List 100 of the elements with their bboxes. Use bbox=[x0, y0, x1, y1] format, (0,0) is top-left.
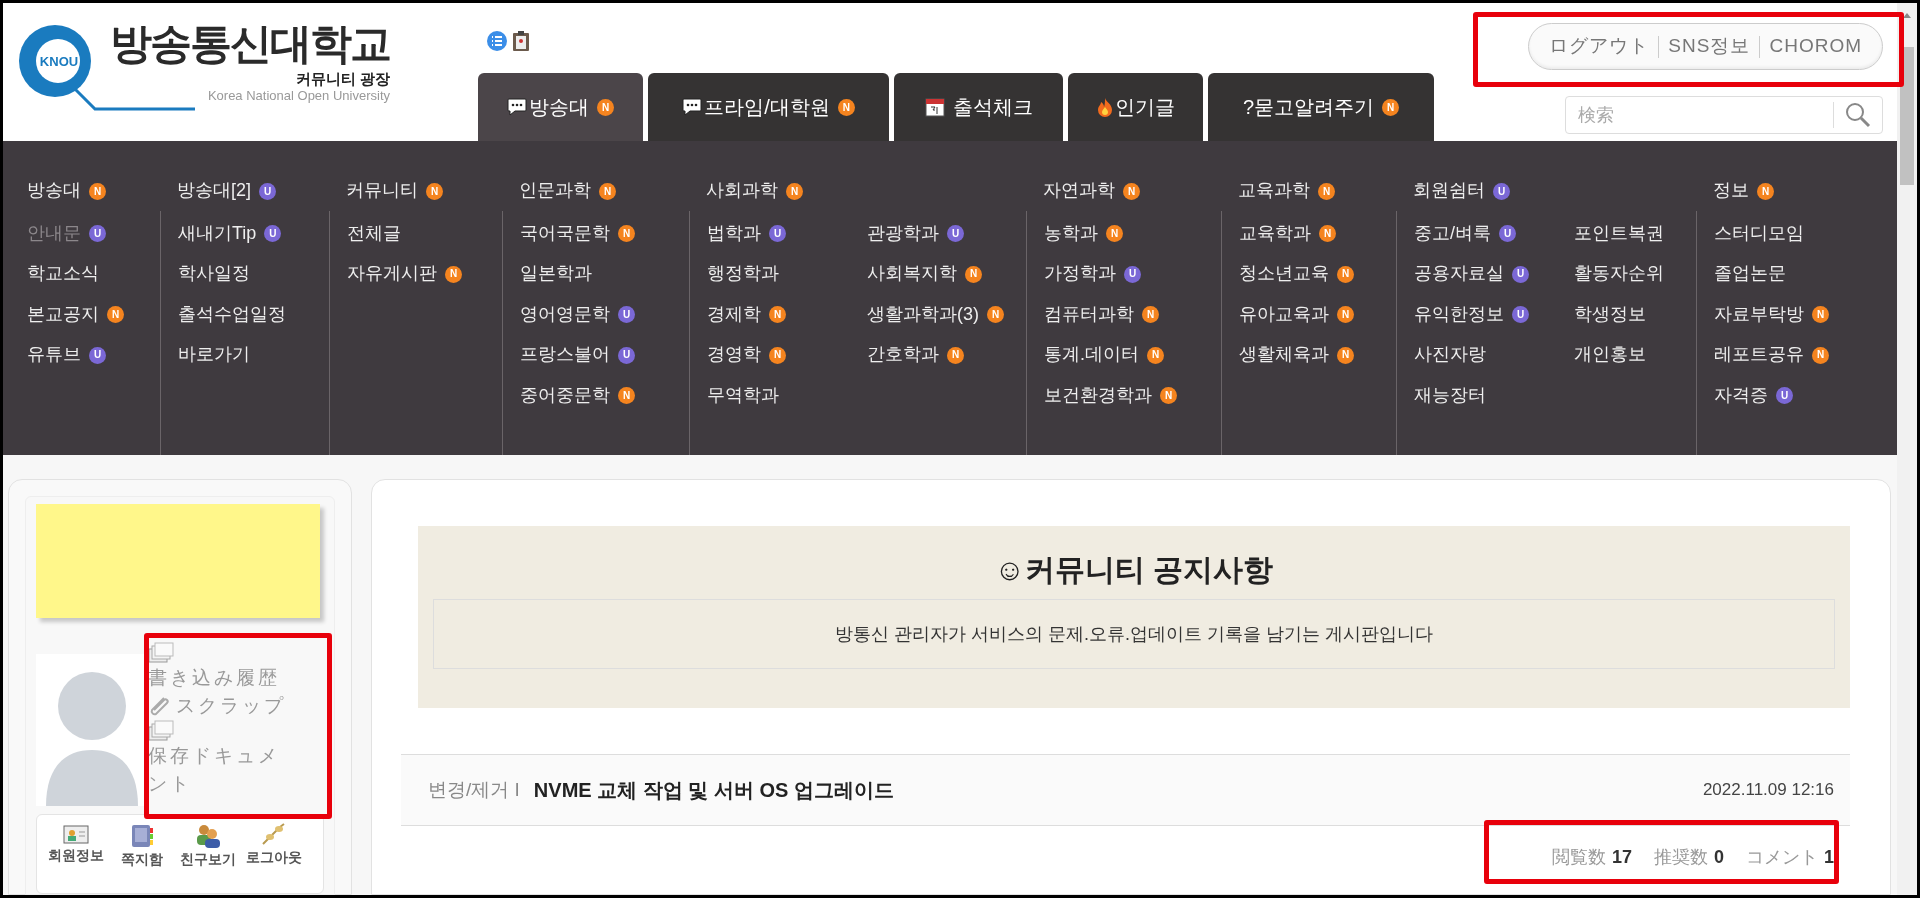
board-description: 방통신 관리자가 서비스의 문제.오류.업데이트 기록을 남기는 게시판입니다 bbox=[433, 599, 1835, 669]
status-badge: N bbox=[1337, 346, 1354, 364]
menu-link[interactable]: 자료부탁방 N bbox=[1714, 293, 1829, 335]
menu-link[interactable]: 출석수업일정 bbox=[178, 293, 286, 335]
menu-link[interactable]: 무역학과 bbox=[707, 374, 850, 416]
search-input[interactable]: 検索 bbox=[1566, 97, 1833, 133]
member-toolbar-button[interactable]: 쪽지함 bbox=[109, 823, 175, 875]
menu-link[interactable]: 통계.데이터 N bbox=[1044, 334, 1177, 375]
stat-value: 1 bbox=[1824, 846, 1834, 869]
status-badge: U bbox=[618, 346, 635, 364]
menu-link[interactable]: 사진자랑 bbox=[1414, 334, 1557, 375]
menu-link[interactable]: 유튜브 U bbox=[27, 334, 124, 375]
menu-heading-link[interactable]: 회원쉼터 U bbox=[1413, 176, 1510, 204]
people-icon bbox=[194, 823, 222, 849]
menu-heading-link[interactable]: 교육과학 N bbox=[1238, 176, 1335, 204]
member-toolbar-button[interactable]: 로그아웃 bbox=[241, 823, 307, 875]
menu-link[interactable]: 스터디모임 bbox=[1714, 212, 1829, 254]
menu-link[interactable]: 경영학 N bbox=[707, 334, 850, 375]
menu-link[interactable]: 경제학 N bbox=[707, 293, 850, 335]
menu-link[interactable]: 안내문 U bbox=[27, 212, 124, 254]
account-link[interactable]: CHOROM bbox=[1769, 32, 1862, 61]
post-category: 변경/제거 I bbox=[428, 777, 520, 802]
menu-link[interactable]: 포인트복권 bbox=[1574, 212, 1664, 254]
stat-value: 17 bbox=[1611, 846, 1632, 869]
clipboard-icon[interactable] bbox=[512, 30, 530, 52]
menu-link[interactable]: 레포트공유 N bbox=[1714, 334, 1829, 375]
menu-link[interactable]: 개인홍보 bbox=[1574, 334, 1664, 375]
menu-link[interactable]: 본교공지 N bbox=[27, 293, 124, 335]
menu-link[interactable]: 생활과학과(3) N bbox=[867, 293, 1004, 335]
menu-link[interactable]: 졸업논문 bbox=[1714, 253, 1829, 294]
menu-link[interactable]: 바로가기 bbox=[178, 334, 286, 375]
status-badge: N bbox=[1106, 225, 1123, 243]
account-link[interactable]: ログアウト bbox=[1549, 32, 1650, 61]
menu-heading-link[interactable]: 방송대 N bbox=[27, 176, 106, 204]
menu-heading-link[interactable]: 커뮤니티 N bbox=[346, 176, 443, 204]
scroll-up-arrow-icon[interactable] bbox=[1902, 11, 1912, 19]
status-badge: N bbox=[1147, 346, 1164, 364]
status-badge: N bbox=[597, 98, 614, 116]
menu-heading-link[interactable]: 방송대[2] U bbox=[177, 176, 276, 204]
menu-link[interactable]: 학사일정 bbox=[178, 253, 286, 294]
account-link[interactable]: SNS정보 bbox=[1668, 32, 1751, 61]
nav-tab[interactable]: 프라임/대학원 N bbox=[648, 73, 889, 141]
menu-link[interactable]: 청소년교육 N bbox=[1239, 253, 1354, 294]
menu-link[interactable]: 활동자순위 bbox=[1574, 253, 1664, 294]
scrollbar-thumb[interactable] bbox=[1900, 47, 1914, 185]
menu-link[interactable]: 컴퓨터과학 N bbox=[1044, 293, 1177, 335]
pages-icon bbox=[148, 720, 174, 742]
member-toolbar-button[interactable]: 친구보기 bbox=[175, 823, 241, 875]
menu-link[interactable]: 자유게시판 N bbox=[347, 253, 462, 294]
post-row[interactable]: 변경/제거 I NVME 교체 작업 및 서버 OS 업그레이드 2022.11.09 12:16 bbox=[401, 754, 1850, 826]
menu-link[interactable]: 자격증 U bbox=[1714, 374, 1829, 416]
menu-link[interactable]: 프랑스불어 U bbox=[520, 334, 635, 375]
nav-tab[interactable]: 출석체크 bbox=[894, 73, 1063, 141]
menu-heading-link[interactable]: 인문과학 N bbox=[519, 176, 616, 204]
menu-link[interactable]: 보건환경학과 N bbox=[1044, 374, 1177, 416]
menu-link[interactable]: 학생정보 bbox=[1574, 293, 1664, 335]
speech-bubble-icon bbox=[507, 98, 527, 116]
nav-tab[interactable]: ?묻고알려주기 N bbox=[1208, 73, 1434, 141]
menu-link[interactable]: 가정학과 U bbox=[1044, 253, 1177, 294]
menu-link[interactable]: 중어중문학 N bbox=[520, 374, 635, 416]
status-badge: N bbox=[1812, 306, 1829, 324]
nav-tab[interactable]: 인기글 bbox=[1068, 73, 1203, 141]
status-badge: N bbox=[1382, 98, 1400, 116]
menu-link[interactable]: 교육학과 N bbox=[1239, 212, 1354, 254]
stat-label: コメント bbox=[1746, 846, 1818, 869]
menu-link[interactable]: 생활체육과 N bbox=[1239, 334, 1354, 375]
menu-link[interactable]: 농학과 N bbox=[1044, 212, 1177, 254]
menu-link[interactable]: 전체글 bbox=[347, 212, 462, 254]
menu-heading-link[interactable]: 사회과학 N bbox=[706, 176, 803, 204]
status-badge: N bbox=[1757, 182, 1774, 200]
menu-link[interactable]: 새내기Tip U bbox=[178, 212, 286, 254]
menu-heading-link[interactable]: 정보 N bbox=[1713, 176, 1774, 204]
menu-link[interactable]: 국어국문학 N bbox=[520, 212, 635, 254]
site-title: 방송통신대학교 bbox=[110, 19, 390, 69]
status-badge: N bbox=[1160, 387, 1177, 405]
menu-link[interactable]: 일본학과 bbox=[520, 253, 635, 294]
search-icon bbox=[1845, 102, 1871, 128]
menu-link[interactable]: 간호학과 N bbox=[867, 334, 1004, 375]
member-toolbar-button[interactable]: 회원정보 bbox=[43, 823, 109, 875]
status-badge: U bbox=[89, 346, 106, 364]
menu-link[interactable]: 중고/벼룩 U bbox=[1414, 212, 1557, 254]
nav-tab[interactable]: 방송대 N bbox=[478, 73, 643, 141]
menu-link[interactable]: 법학과 U bbox=[707, 212, 850, 254]
menu-link[interactable]: 관광학과 U bbox=[867, 212, 1004, 254]
menu-link[interactable]: 재능장터 bbox=[1414, 374, 1557, 416]
menu-link[interactable]: 영어영문학 U bbox=[520, 293, 635, 335]
menu-link[interactable]: 행정학과 bbox=[707, 253, 850, 294]
status-badge: U bbox=[1493, 182, 1510, 200]
menu-link[interactable]: 유익한정보 U bbox=[1414, 293, 1557, 335]
status-badge: N bbox=[965, 265, 982, 283]
scrollbar[interactable] bbox=[1897, 3, 1917, 895]
status-badge: N bbox=[987, 306, 1004, 324]
status-badge: N bbox=[1318, 182, 1335, 200]
menu-heading-link[interactable]: 자연과학 N bbox=[1043, 176, 1140, 204]
menu-link[interactable]: 유아교육과 N bbox=[1239, 293, 1354, 335]
menu-link[interactable]: 학교소식 bbox=[27, 253, 124, 294]
status-badge: N bbox=[618, 387, 635, 405]
search-field[interactable]: 検索 bbox=[1565, 96, 1883, 134]
menu-link[interactable]: 사회복지학 N bbox=[867, 253, 1004, 294]
menu-link[interactable]: 공용자료실 U bbox=[1414, 253, 1557, 294]
